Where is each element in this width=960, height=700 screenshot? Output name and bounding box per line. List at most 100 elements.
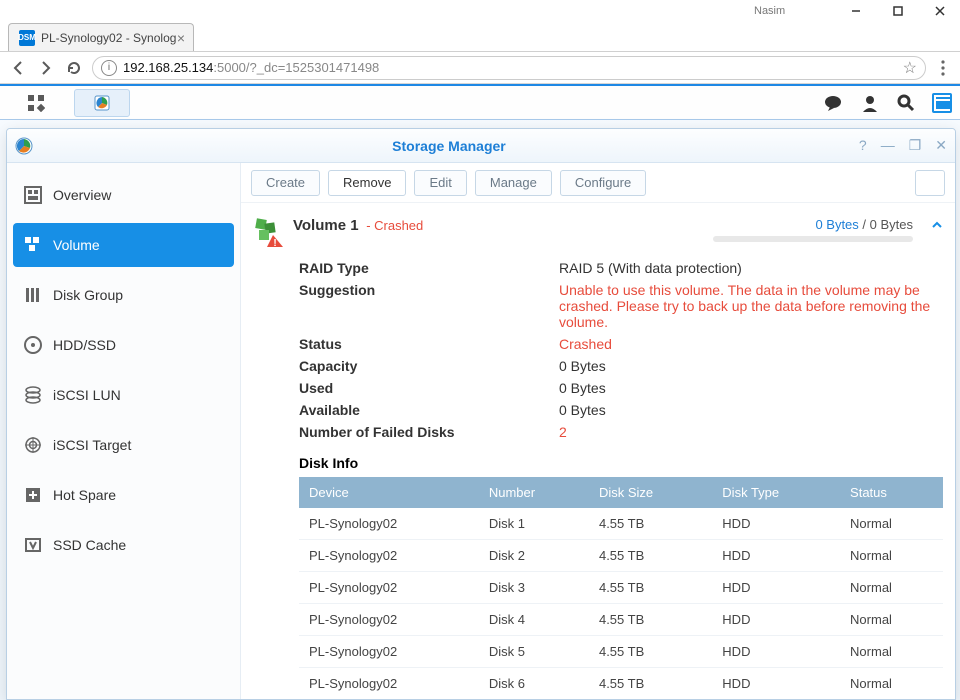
cell-number: Disk 3 (479, 572, 589, 604)
dsm-widgets-button[interactable] (932, 93, 952, 113)
url-path: :5000/?_dc=1525301471498 (213, 60, 379, 75)
sort-button[interactable] (915, 170, 945, 196)
tab-title: PL-Synology02 - Synolog (41, 31, 183, 45)
cell-number: Disk 5 (479, 636, 589, 668)
sidebar-item-label: Overview (53, 187, 111, 203)
capacity-label: Capacity (299, 358, 559, 374)
window-minimize-button[interactable] (842, 2, 870, 20)
cell-type: HDD (712, 668, 840, 700)
volume-icon (23, 235, 43, 255)
sm-help-button[interactable]: ? (859, 137, 867, 154)
dsm-storage-manager-task[interactable] (74, 89, 130, 117)
raid-type-label: RAID Type (299, 260, 559, 276)
configure-button[interactable]: Configure (560, 170, 646, 196)
cell-device: PL-Synology02 (299, 508, 479, 540)
sidebar-item-label: Volume (53, 237, 100, 253)
sm-app-icon (15, 137, 33, 155)
failed-disks-label: Number of Failed Disks (299, 424, 559, 440)
table-row[interactable]: PL-Synology02Disk 14.55 TBHDDNormal (299, 508, 943, 540)
storage-manager-window: Storage Manager ? — ❐ ✕ Overview Volume (6, 128, 956, 700)
browser-tab[interactable]: DSM PL-Synology02 - Synolog × (8, 23, 194, 51)
browser-toolbar: i 192.168.25.134:5000/?_dc=1525301471498… (0, 52, 960, 84)
sidebar-item-hdd-ssd[interactable]: HDD/SSD (13, 323, 234, 367)
cell-size: 4.55 TB (589, 540, 712, 572)
window-maximize-button[interactable] (884, 2, 912, 20)
cell-status: Normal (840, 604, 943, 636)
window-close-button[interactable] (926, 2, 954, 20)
cell-number: Disk 1 (479, 508, 589, 540)
cell-type: HDD (712, 604, 840, 636)
iscsi-target-icon (23, 435, 43, 455)
nav-back-button[interactable] (8, 58, 28, 78)
os-user-label: Nasim (754, 5, 785, 17)
used-label: Used (299, 380, 559, 396)
sidebar-item-volume[interactable]: Volume (13, 223, 234, 267)
sidebar-item-label: Disk Group (53, 287, 123, 303)
volume-name: Volume 1 (293, 217, 359, 234)
volume-total: 0 Bytes (870, 217, 913, 232)
sidebar-item-overview[interactable]: Overview (13, 173, 234, 217)
sm-maximize-button[interactable]: ❐ (909, 137, 922, 154)
cell-device: PL-Synology02 (299, 572, 479, 604)
cell-status: Normal (840, 508, 943, 540)
dsm-notifications-button[interactable] (824, 93, 844, 113)
table-row[interactable]: PL-Synology02Disk 24.55 TBHDDNormal (299, 540, 943, 572)
cell-type: HDD (712, 636, 840, 668)
cell-device: PL-Synology02 (299, 636, 479, 668)
sidebar-item-label: iSCSI Target (53, 437, 131, 453)
cell-size: 4.55 TB (589, 572, 712, 604)
hdd-icon (23, 335, 43, 355)
suggestion-value: Unable to use this volume. The data in t… (559, 282, 943, 330)
tab-favicon-icon: DSM (19, 30, 35, 46)
volume-header[interactable]: ! Volume 1 - Crashed 0 Bytes / 0 Bytes (253, 213, 943, 257)
ssd-cache-icon (23, 535, 43, 555)
collapse-chevron-icon[interactable] (931, 219, 943, 231)
tab-close-icon[interactable]: × (177, 30, 185, 46)
sm-titlebar[interactable]: Storage Manager ? — ❐ ✕ (7, 129, 955, 163)
cell-type: HDD (712, 540, 840, 572)
sm-close-button[interactable]: ✕ (935, 137, 947, 154)
volume-usage-bar (713, 236, 913, 242)
os-titlebar: Nasim (0, 0, 960, 22)
sidebar-item-ssd-cache[interactable]: SSD Cache (13, 523, 234, 567)
cell-status: Normal (840, 636, 943, 668)
sidebar-item-iscsi-lun[interactable]: iSCSI LUN (13, 373, 234, 417)
sm-minimize-button[interactable]: — (881, 137, 895, 154)
suggestion-label: Suggestion (299, 282, 559, 330)
manage-button[interactable]: Manage (475, 170, 552, 196)
cell-type: HDD (712, 508, 840, 540)
edit-button[interactable]: Edit (414, 170, 466, 196)
sidebar-item-label: HDD/SSD (53, 337, 116, 353)
sidebar-item-hot-spare[interactable]: Hot Spare (13, 473, 234, 517)
dsm-search-button[interactable] (896, 93, 916, 113)
table-row[interactable]: PL-Synology02Disk 54.55 TBHDDNormal (299, 636, 943, 668)
dsm-main-menu-button[interactable] (8, 89, 64, 117)
sidebar-item-label: iSCSI LUN (53, 387, 121, 403)
dsm-desktop: Storage Manager ? — ❐ ✕ Overview Volume (0, 84, 960, 700)
site-info-icon[interactable]: i (101, 60, 117, 76)
address-bar[interactable]: i 192.168.25.134:5000/?_dc=1525301471498… (92, 56, 926, 80)
remove-button[interactable]: Remove (328, 170, 406, 196)
iscsi-lun-icon (23, 385, 43, 405)
volume-used: 0 Bytes (815, 217, 858, 232)
bookmark-star-icon[interactable]: ☆ (903, 58, 917, 78)
url-host: 192.168.25.134 (123, 60, 213, 75)
sm-content: ! Volume 1 - Crashed 0 Bytes / 0 Bytes (241, 203, 955, 699)
browser-menu-button[interactable] (934, 59, 952, 77)
col-device: Device (299, 477, 479, 508)
table-row[interactable]: PL-Synology02Disk 44.55 TBHDDNormal (299, 604, 943, 636)
table-row[interactable]: PL-Synology02Disk 34.55 TBHDDNormal (299, 572, 943, 604)
sidebar-item-iscsi-target[interactable]: iSCSI Target (13, 423, 234, 467)
sidebar-item-label: SSD Cache (53, 537, 126, 553)
dsm-user-button[interactable] (860, 93, 880, 113)
cell-device: PL-Synology02 (299, 540, 479, 572)
sidebar-item-disk-group[interactable]: Disk Group (13, 273, 234, 317)
table-row[interactable]: PL-Synology02Disk 64.55 TBHDDNormal (299, 668, 943, 700)
disk-info-table: Device Number Disk Size Disk Type Status… (299, 477, 943, 699)
create-button[interactable]: Create (251, 170, 320, 196)
failed-disks-value: 2 (559, 424, 943, 440)
cell-size: 4.55 TB (589, 604, 712, 636)
available-label: Available (299, 402, 559, 418)
nav-reload-button[interactable] (64, 58, 84, 78)
nav-forward-button[interactable] (36, 58, 56, 78)
